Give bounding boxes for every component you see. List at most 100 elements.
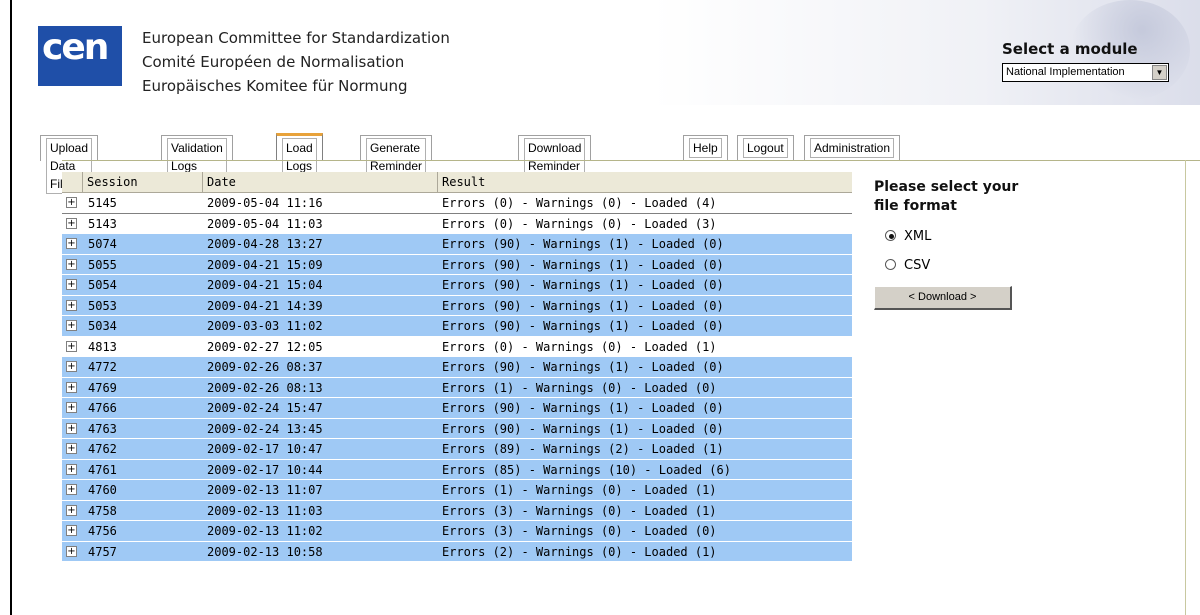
cell-date: 2009-02-27 12:05: [207, 339, 323, 354]
table-row[interactable]: +4757 2009-02-13 10:58 Errors (2) - Warnin…: [62, 541, 852, 562]
radio-button-xml[interactable]: [885, 230, 896, 241]
tab-underline: [62, 160, 1200, 161]
expand-icon[interactable]: +: [66, 361, 77, 372]
chevron-down-icon[interactable]: ▼: [1152, 65, 1167, 80]
download-button[interactable]: < Download >: [874, 286, 1012, 310]
cell-result: Errors (90) - Warnings (1) - Loaded (0): [442, 278, 724, 292]
cell-date: 2009-02-26 08:37: [207, 360, 323, 374]
cell-session: 5055: [88, 257, 117, 272]
table-row[interactable]: +4813 2009-02-27 12:05 Errors (0) - Warnin…: [62, 336, 852, 357]
cell-result: Errors (90) - Warnings (1) - Loaded (0): [442, 319, 724, 333]
tab-validation-logs[interactable]: Validation Logs: [161, 135, 233, 176]
cell-date: 2009-04-21 14:39: [207, 298, 323, 313]
cell-session: 5074: [88, 237, 117, 251]
tab-label: Administration: [810, 138, 895, 158]
tab-logout[interactable]: Logout: [737, 135, 794, 161]
table-row[interactable]: +5074 2009-04-28 13:27 Errors (90) - Warni…: [62, 234, 852, 255]
table-row[interactable]: +4758 2009-02-13 11:03 Errors (3) - Warnin…: [62, 500, 852, 521]
table-row[interactable]: +4756 2009-02-13 11:02 Errors (3) - Warnin…: [62, 521, 852, 542]
expand-icon[interactable]: +: [66, 504, 77, 516]
radio-button-csv[interactable]: [885, 259, 896, 270]
radio-label-xml: XML: [904, 229, 932, 244]
table-row[interactable]: +5054 2009-04-21 15:04 Errors (90) - Warni…: [62, 275, 852, 296]
cell-result: Errors (0) - Warnings (0) - Loaded (3): [442, 216, 717, 231]
column-header-date[interactable]: Date: [202, 172, 437, 192]
org-name-english: European Committee for Standardization: [142, 29, 450, 47]
table-row[interactable]: +5145 2009-05-04 11:16 Errors (0) - Warnin…: [62, 193, 852, 214]
format-title: Please select your file format: [874, 178, 1074, 216]
cell-date: 2009-02-13 11:03: [207, 503, 323, 518]
org-name-french: Comité Européen de Normalisation: [142, 53, 405, 71]
tab-administration[interactable]: Administration: [804, 135, 901, 161]
expand-icon[interactable]: +: [66, 402, 77, 413]
cell-result: Errors (90) - Warnings (1) - Loaded (0): [442, 360, 724, 374]
expand-icon[interactable]: +: [66, 443, 77, 454]
cell-session: 5054: [88, 278, 117, 292]
expand-icon[interactable]: +: [66, 340, 77, 352]
org-name-german: Europäisches Komitee für Normung: [142, 77, 408, 95]
cell-date: 2009-02-17 10:44: [207, 462, 323, 477]
column-header-result[interactable]: Result: [437, 172, 852, 192]
module-select-value: National Implementation: [1006, 66, 1125, 78]
cell-date: 2009-04-21 15:04: [207, 278, 323, 292]
cell-date: 2009-02-13 10:58: [207, 544, 323, 559]
table-row[interactable]: +4761 2009-02-17 10:44 Errors (85) - Warni…: [62, 459, 852, 480]
table-row[interactable]: +4760 2009-02-13 11:07 Errors (1) - Warnin…: [62, 480, 852, 501]
expand-icon[interactable]: +: [66, 545, 77, 557]
tab-load-logs[interactable]: Load Logs: [276, 133, 323, 176]
cell-date: 2009-04-21 15:09: [207, 257, 323, 272]
cell-session: 5145: [88, 196, 117, 210]
tab-generate-reminder-file[interactable]: Generate Reminder File: [360, 135, 433, 194]
cell-session: 4758: [88, 503, 117, 518]
tab-label: Logout: [743, 138, 788, 158]
table-row[interactable]: +4769 2009-02-26 08:13 Errors (1) - Warnin…: [62, 377, 852, 398]
cell-date: 2009-02-24 13:45: [207, 421, 323, 436]
cell-session: 4813: [88, 339, 117, 354]
expand-icon[interactable]: +: [66, 217, 77, 229]
column-header-session[interactable]: Session: [82, 172, 202, 192]
cell-result: Errors (85) - Warnings (10) - Loaded (6): [442, 462, 731, 477]
expand-icon[interactable]: +: [66, 279, 77, 290]
cell-session: 4760: [88, 483, 117, 497]
expand-icon[interactable]: +: [66, 525, 77, 536]
cell-date: 2009-05-04 11:03: [207, 216, 323, 231]
expand-icon[interactable]: +: [66, 258, 77, 270]
cell-result: Errors (2) - Warnings (0) - Loaded (1): [442, 544, 717, 559]
cell-date: 2009-02-13 11:02: [207, 524, 323, 538]
module-label: Select a module: [1002, 40, 1138, 58]
table-row[interactable]: +5055 2009-04-21 15:09 Errors (90) - Warni…: [62, 254, 852, 275]
tab-label: Validation Logs: [167, 138, 227, 176]
cell-result: Errors (1) - Warnings (0) - Loaded (1): [442, 483, 717, 497]
content-border: [1185, 160, 1186, 615]
expand-icon[interactable]: +: [66, 320, 77, 331]
expand-icon[interactable]: +: [66, 197, 77, 208]
table-row[interactable]: +4762 2009-02-17 10:47 Errors (89) - Warni…: [62, 439, 852, 460]
cell-session: 4769: [88, 380, 117, 395]
table-row[interactable]: +4772 2009-02-26 08:37 Errors (90) - Warni…: [62, 357, 852, 378]
table-row[interactable]: +4763 2009-02-24 13:45 Errors (90) - Warni…: [62, 418, 852, 439]
format-title-line1: Please select your: [874, 179, 1019, 195]
module-select[interactable]: National Implementation ▼: [1002, 63, 1169, 82]
cell-date: 2009-02-13 11:07: [207, 483, 323, 497]
table-row[interactable]: +5053 2009-04-21 14:39 Errors (90) - Warni…: [62, 295, 852, 316]
expand-icon[interactable]: +: [66, 463, 77, 475]
tab-label: Help: [689, 138, 722, 158]
expand-icon[interactable]: +: [66, 381, 77, 393]
table-row[interactable]: +5034 2009-03-03 11:02 Errors (90) - Warni…: [62, 316, 852, 337]
cell-date: 2009-04-28 13:27: [207, 237, 323, 251]
cell-result: Errors (0) - Warnings (0) - Loaded (1): [442, 339, 717, 354]
expand-icon[interactable]: +: [66, 299, 77, 311]
tab-help[interactable]: Help: [683, 135, 728, 161]
table-row[interactable]: +5143 2009-05-04 11:03 Errors (0) - Warnin…: [62, 213, 852, 234]
table-row[interactable]: +4766 2009-02-24 15:47 Errors (90) - Warni…: [62, 398, 852, 419]
header: cen European Committee for Standardizati…: [12, 0, 1200, 110]
expand-icon[interactable]: +: [66, 422, 77, 434]
cell-session: 5143: [88, 216, 117, 231]
expand-icon[interactable]: +: [66, 484, 77, 495]
page: cen European Committee for Standardizati…: [10, 0, 1200, 615]
tab-upload-data-file[interactable]: Upload Data File: [40, 135, 99, 194]
cell-session: 4766: [88, 401, 117, 415]
tab-download-reminder-file[interactable]: Download Reminder File: [518, 135, 592, 194]
cell-date: 2009-02-24 15:47: [207, 401, 323, 415]
expand-icon[interactable]: +: [66, 238, 77, 249]
